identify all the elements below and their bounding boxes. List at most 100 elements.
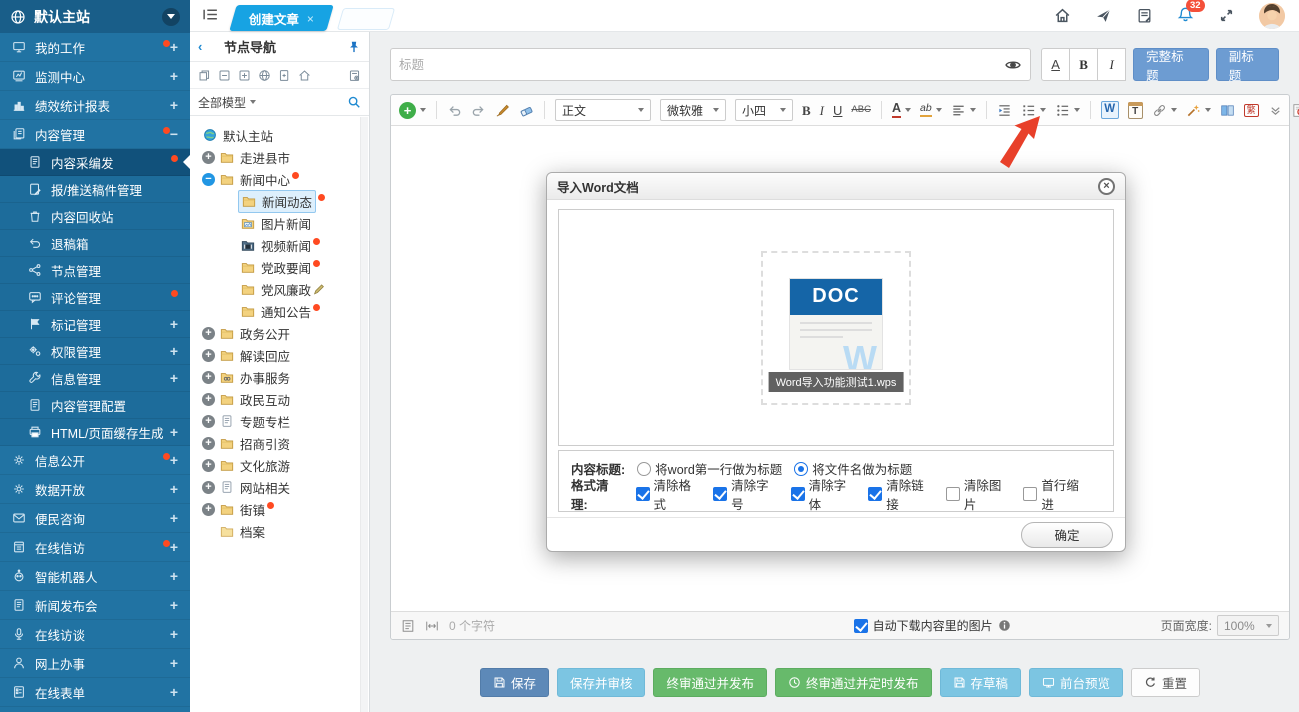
checkbox-icon[interactable] — [713, 487, 727, 501]
close-icon[interactable]: × — [1098, 178, 1115, 195]
format-painter-icon[interactable] — [495, 103, 510, 118]
sidebar-item[interactable]: 退稿箱 — [0, 230, 190, 257]
link-button[interactable] — [1152, 103, 1177, 118]
sidebar-item[interactable]: 内容采编发 — [0, 149, 190, 176]
checkbox-icon[interactable] — [1023, 487, 1037, 501]
tree-node[interactable]: +政务公开 — [194, 322, 365, 344]
tree-node[interactable]: +街镇 — [194, 498, 365, 520]
sidebar-item[interactable]: 在线访谈+ — [0, 620, 190, 649]
action-button-保存[interactable]: 保存 — [480, 668, 549, 697]
tree-node[interactable]: 党政要闻 — [194, 256, 365, 278]
tree-expander[interactable]: + — [202, 437, 215, 450]
sidebar-item[interactable]: 在线表单+ — [0, 678, 190, 707]
font-color-button[interactable]: A — [892, 102, 911, 118]
bold-button[interactable]: B — [802, 104, 811, 117]
clean-option[interactable]: 清除图片 — [946, 475, 1012, 513]
element-path-icon[interactable] — [401, 619, 415, 633]
quick-send-icon[interactable] — [1095, 7, 1112, 24]
tree-node[interactable]: +走进县市 — [194, 146, 365, 168]
tree-expander[interactable]: + — [202, 481, 215, 494]
home-node-icon[interactable] — [298, 69, 311, 82]
action-button-终审通过并定时发布[interactable]: 终审通过并定时发布 — [775, 668, 932, 697]
columns-button[interactable] — [1220, 103, 1235, 118]
tree-node[interactable]: +专题专栏 — [194, 410, 365, 432]
sidebar-item[interactable]: 数据开放+ — [0, 475, 190, 504]
clean-option[interactable]: 清除格式 — [636, 475, 702, 513]
tree-scrollbar[interactable] — [360, 117, 368, 712]
page-width-select[interactable]: 100% — [1217, 615, 1279, 636]
find-replace-button[interactable] — [1292, 103, 1299, 118]
radio-icon[interactable] — [794, 462, 808, 476]
action-button-重置[interactable]: 重置 — [1131, 668, 1200, 697]
font-size-select[interactable]: 小四 — [735, 99, 793, 121]
tree-expander[interactable]: + — [202, 415, 215, 428]
tree-node[interactable]: 图片新闻 — [194, 212, 365, 234]
strikethrough-button[interactable]: ABC — [851, 105, 871, 115]
expand-all-icon[interactable] — [238, 69, 251, 82]
insert-object-button[interactable]: + — [399, 102, 426, 119]
ordered-list-button[interactable] — [1021, 103, 1046, 118]
tree-node[interactable]: 新闻动态 — [194, 190, 365, 212]
full-title-button[interactable]: 完整标题 — [1133, 48, 1209, 81]
tree-node[interactable]: 通知公告 — [194, 300, 365, 322]
tree-node[interactable]: 档案 — [194, 520, 365, 542]
tab-create-article[interactable]: 创建文章× — [229, 5, 333, 31]
search-icon[interactable] — [347, 95, 361, 109]
user-avatar[interactable] — [1259, 3, 1285, 29]
toggle-panel-icon[interactable] — [202, 6, 219, 26]
clean-option[interactable]: 首行缩进 — [1023, 475, 1089, 513]
action-button-保存并审核[interactable]: 保存并审核 — [557, 668, 646, 697]
sidebar-item[interactable]: 新闻发布会+ — [0, 591, 190, 620]
notifications-bell[interactable]: 32 — [1177, 6, 1194, 26]
more-tools-button[interactable] — [1268, 103, 1283, 118]
tree-expander[interactable]: + — [202, 151, 215, 164]
tree-node[interactable]: +招商引资 — [194, 432, 365, 454]
subtitle-button[interactable]: 副标题 — [1216, 48, 1279, 81]
collapse-sidebar-icon[interactable] — [162, 8, 180, 26]
checkbox-icon[interactable] — [791, 487, 805, 501]
home-icon[interactable] — [1054, 7, 1071, 24]
sidebar-item[interactable]: 信息公开+ — [0, 446, 190, 475]
indent-button[interactable] — [997, 103, 1012, 118]
clean-option[interactable]: 清除字体 — [791, 475, 857, 513]
tree-expander[interactable]: + — [202, 349, 215, 362]
title-preview-eye-icon[interactable] — [1004, 56, 1022, 74]
draft-report-icon[interactable] — [1136, 7, 1153, 24]
tree-expander[interactable]: + — [202, 503, 215, 516]
tree-node[interactable]: +办事服务 — [194, 366, 365, 388]
tree-node[interactable]: 默认主站 — [194, 124, 365, 146]
title-italic-button[interactable]: I — [1097, 48, 1126, 81]
sidebar-item[interactable]: 内容回收站 — [0, 203, 190, 230]
eraser-icon[interactable] — [519, 103, 534, 118]
model-filter-select[interactable]: 全部模型 — [198, 94, 256, 111]
tree-expander[interactable]: + — [202, 371, 215, 384]
tree-expander[interactable]: − — [202, 173, 215, 186]
site-globe-icon[interactable] — [258, 69, 271, 82]
tree-node[interactable]: +解读回应 — [194, 344, 365, 366]
undo-icon[interactable] — [447, 103, 462, 118]
sidebar-item[interactable]: 便民咨询+ — [0, 504, 190, 533]
checkbox-icon[interactable] — [946, 487, 960, 501]
highlight-button[interactable]: ab — [920, 103, 942, 117]
sidebar-item[interactable]: 信息管理+ — [0, 365, 190, 392]
sidebar-item[interactable]: 标记管理+ — [0, 311, 190, 338]
radio-icon[interactable] — [637, 462, 651, 476]
sidebar-item[interactable]: 智能机器人+ — [0, 562, 190, 591]
tree-node[interactable]: +网站相关 — [194, 476, 365, 498]
word-import-button[interactable]: W — [1101, 101, 1119, 119]
tree-expander[interactable]: + — [202, 327, 215, 340]
action-button-终审通过并发布[interactable]: 终审通过并发布 — [653, 668, 767, 697]
panel-back-icon[interactable]: ‹ — [198, 39, 216, 54]
editor-width-icon[interactable] — [425, 619, 439, 633]
sidebar-item[interactable]: 评论管理 — [0, 284, 190, 311]
tree-node[interactable]: −新闻中心 — [194, 168, 365, 190]
sidebar-item[interactable]: 监测中心+ — [0, 62, 190, 91]
underline-button[interactable]: U — [833, 104, 842, 117]
tree-expander[interactable]: + — [202, 459, 215, 472]
sidebar-item[interactable]: HTML/页面缓存生成+ — [0, 419, 190, 446]
pin-panel-icon[interactable] — [347, 40, 361, 54]
sidebar-item[interactable]: 在线信访+ — [0, 533, 190, 562]
sidebar-item[interactable]: 我的工作+ — [0, 33, 190, 62]
clean-option[interactable]: 清除字号 — [713, 475, 779, 513]
tree-node[interactable]: 党风廉政 — [194, 278, 365, 300]
